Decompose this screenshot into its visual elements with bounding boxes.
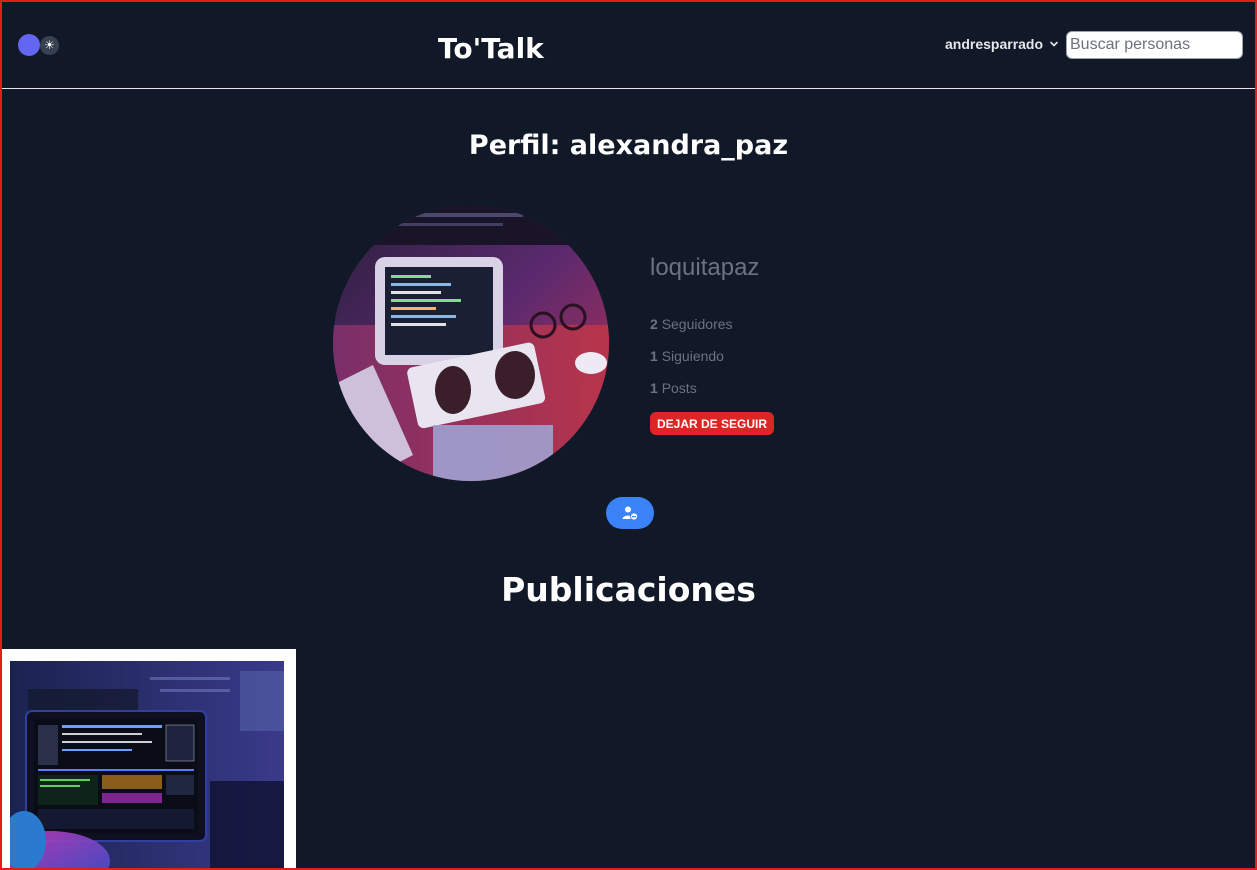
theme-toggle[interactable]: ☀ [18,33,62,57]
profile-info: loquitapaz 2 Seguidores 1 Siguiendo 1 Po… [650,254,774,435]
profile-display-name: loquitapaz [650,254,760,281]
following-label: Siguiendo [661,348,724,364]
following-stat[interactable]: 1 Siguiendo [650,348,724,364]
sun-icon: ☀ [40,36,59,55]
posts-label: Posts [661,380,697,396]
search-input[interactable] [1066,31,1243,59]
chevron-down-icon [1050,41,1058,47]
user-menu-label: andresparrado [945,36,1044,52]
user-menu-dropdown[interactable]: andresparrado [945,36,1059,52]
unfollow-button[interactable]: DEJAR DE SEGUIR [650,412,774,435]
posts-count: 1 [650,380,658,396]
posts-section-title: Publicaciones [501,570,756,609]
posts-stat: 1 Posts [650,380,697,396]
post-image [10,661,284,870]
toggle-knob [18,34,40,56]
post-card[interactable] [2,649,296,870]
followers-label: Seguidores [661,316,733,332]
top-navbar: ☀ To'Talk andresparrado [2,2,1255,89]
user-minus-icon [622,506,638,521]
remove-user-button[interactable] [606,497,654,529]
followers-count: 2 [650,316,658,332]
app-logo[interactable]: To'Talk [438,32,544,65]
profile-avatar [333,205,609,481]
page-title: Perfil: alexandra_paz [468,130,789,161]
following-count: 1 [650,348,658,364]
followers-stat[interactable]: 2 Seguidores [650,316,733,332]
